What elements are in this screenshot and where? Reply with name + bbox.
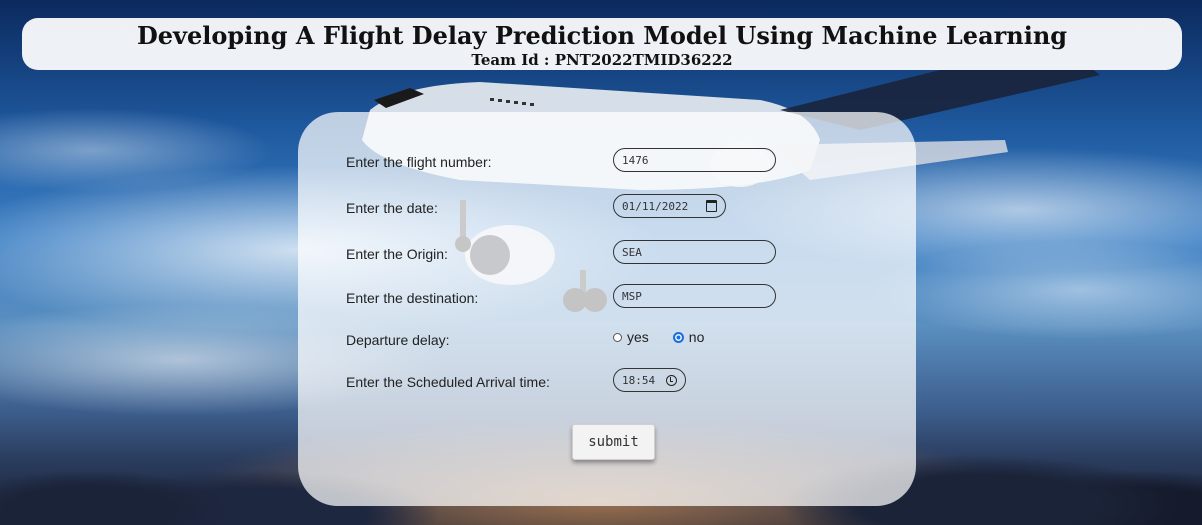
flight-number-row: Enter the flight number: 1476 [346,148,866,176]
prediction-form: Enter the flight number: 1476 Enter the … [298,112,916,506]
origin-row: Enter the Origin: SEA [346,240,866,268]
radio-yes[interactable] [613,332,622,342]
arrival-time-row: Enter the Scheduled Arrival time: 18:54 [346,368,866,396]
departure-delay-radio-group: yes no [613,329,728,345]
arrival-time-input[interactable]: 18:54 [613,368,686,392]
date-value: 01/11/2022 [622,199,689,213]
radio-option-yes[interactable]: yes [613,329,649,345]
flight-number-label: Enter the flight number: [346,154,492,170]
calendar-icon[interactable] [706,200,717,212]
submit-button[interactable]: submit [572,424,655,460]
date-input[interactable]: 01/11/2022 [613,194,726,218]
page-title: Developing A Flight Delay Prediction Mod… [136,21,1068,50]
destination-label: Enter the destination: [346,290,479,306]
origin-label: Enter the Origin: [346,246,448,262]
origin-input[interactable]: SEA [613,240,776,264]
radio-yes-label: yes [627,329,649,345]
flight-number-input[interactable]: 1476 [613,148,776,172]
destination-row: Enter the destination: MSP [346,284,866,312]
arrival-time-label: Enter the Scheduled Arrival time: [346,374,550,390]
destination-value: MSP [622,289,642,303]
page-background: Developing A Flight Delay Prediction Mod… [0,0,1202,525]
date-row: Enter the date: 01/11/2022 [346,194,866,222]
radio-no[interactable] [672,331,684,343]
destination-input[interactable]: MSP [613,284,776,308]
arrival-time-value: 18:54 [622,373,656,387]
origin-value: SEA [622,245,642,259]
date-label: Enter the date: [346,200,438,216]
departure-delay-label: Departure delay: [346,332,450,348]
clock-icon[interactable] [666,374,677,386]
radio-no-label: no [688,329,705,345]
departure-delay-row: Departure delay: yes no [346,326,866,354]
team-id: Team Id : PNT2022TMID36222 [471,51,733,69]
page-header: Developing A Flight Delay Prediction Mod… [22,18,1182,70]
flight-number-value: 1476 [622,153,649,167]
radio-option-no[interactable]: no [672,329,705,345]
